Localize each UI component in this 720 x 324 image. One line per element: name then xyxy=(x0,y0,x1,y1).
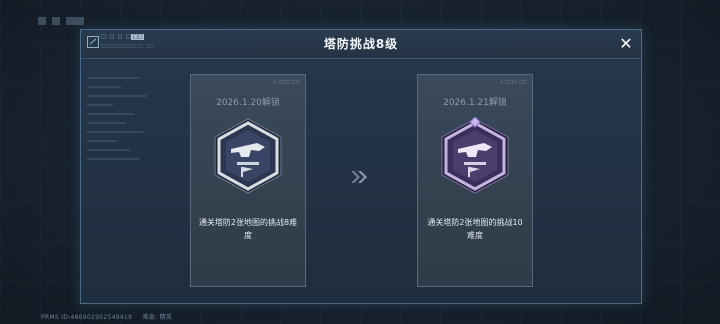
side-decoration xyxy=(87,70,173,290)
footer-extra: 难度: 精英 xyxy=(142,314,173,321)
top-decoration xyxy=(38,10,108,28)
reward-card-current[interactable]: △ □□□ □□ 2026.1.20解锁 通关塔防2张地图的挑战8难度 xyxy=(190,74,306,287)
footer-id: PRMS ID:486902952549419 难度: 精英 xyxy=(41,312,172,321)
close-button[interactable]: ✕ xyxy=(617,35,635,53)
card-tag: △ □□□ □□ xyxy=(500,79,527,84)
card-description: 通关塔防2张地图的挑战10难度 xyxy=(427,218,523,240)
dialog-title: 塔防挑战8级 xyxy=(323,37,399,51)
footer-id-text: PRMS ID:486902952549419 xyxy=(41,314,133,321)
double-chevron-right-icon xyxy=(351,171,367,183)
card-unlock-date: 2026.1.21解锁 xyxy=(443,98,507,108)
purple-tower-defense-medal-icon xyxy=(441,117,509,194)
reward-card-next[interactable]: △ □□□ □□ 2026.1.21解锁 通关塔防2张地图的挑战10难度 xyxy=(417,74,533,287)
silver-tower-defense-medal-icon xyxy=(214,118,282,194)
card-unlock-date: 2026.1.20解锁 xyxy=(216,98,280,108)
dialog-header: □ □ □ □ - □□ □□□□□□□□□□ □□ 塔防挑战8级 ✕ xyxy=(81,30,641,59)
card-description: 通关塔防2张地图的挑战8难度 xyxy=(198,218,298,240)
reward-dialog: □ □ □ □ - □□ □□□□□□□□□□ □□ 塔防挑战8级 ✕ △ □□… xyxy=(80,29,642,304)
card-tag: △ □□□ □□ xyxy=(273,79,300,84)
